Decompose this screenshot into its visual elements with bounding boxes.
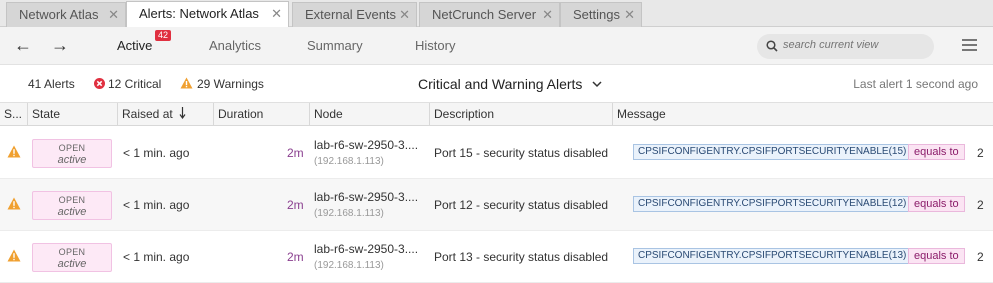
tab-settings[interactable]: Settings ✕	[560, 2, 642, 27]
hamburger-menu-icon[interactable]	[962, 39, 977, 54]
column-header-node[interactable]: Node	[309, 103, 429, 126]
active-count-badge: 42	[155, 30, 172, 41]
warnings-count: 29 Warnings	[197, 77, 264, 91]
column-label: S...	[4, 107, 23, 121]
message-operator: equals to	[908, 144, 965, 160]
view-tab-label: Active	[117, 38, 153, 53]
close-icon[interactable]: ✕	[542, 3, 553, 27]
column-header-state[interactable]: State	[27, 103, 117, 126]
message-value: 2	[977, 146, 984, 160]
message-operator: equals to	[908, 248, 965, 264]
node-ip: (192.168.1.113)	[314, 208, 384, 219]
tab-label: Settings	[573, 7, 620, 22]
view-tab-label: Analytics	[209, 38, 262, 53]
arrow-right-icon[interactable]: →	[51, 36, 69, 54]
node-ip: (192.168.1.113)	[314, 156, 384, 167]
search-input[interactable]	[783, 39, 923, 51]
column-label: Description	[434, 107, 495, 121]
column-label: Raised at	[122, 107, 173, 121]
view-tab-label: Summary	[307, 38, 363, 53]
raised-at: < 1 min. ago	[123, 250, 190, 264]
table-header: S... State Raised at Duration Node Descr…	[0, 102, 993, 126]
tab-label: NetCrunch Server	[432, 7, 537, 22]
alert-description: Port 12 - security status disabled	[434, 198, 609, 212]
close-icon[interactable]: ✕	[271, 2, 282, 26]
tab-label: Network Atlas	[19, 7, 99, 22]
state-sub-status: active	[57, 206, 87, 218]
state-badge: OPEN active	[32, 139, 112, 168]
state-status: OPEN	[58, 143, 86, 153]
node-ip: (192.168.1.113)	[314, 260, 384, 271]
column-header-severity[interactable]: S...	[0, 103, 27, 126]
message-operator: equals to	[908, 196, 965, 212]
column-header-duration[interactable]: Duration	[213, 103, 309, 126]
view-tab-analytics[interactable]: Analytics	[209, 38, 261, 53]
message-value: 2	[977, 250, 984, 264]
node-name[interactable]: lab-r6-sw-2950-3....	[314, 242, 418, 256]
table-row[interactable]: OPEN active < 1 min. ago 2m lab-r6-sw-29…	[0, 179, 993, 231]
critical-x-circle-icon	[94, 78, 105, 89]
view-title: Critical and Warning Alerts	[418, 76, 583, 92]
column-label: State	[32, 107, 61, 121]
state-status: OPEN	[58, 195, 86, 205]
message-parameter: CPSIFCONFIGENTRY.CPSIFPORTSECURITYENABLE…	[633, 196, 912, 212]
view-tab-label: History	[415, 38, 456, 53]
column-header-message[interactable]: Message	[612, 103, 993, 126]
tab-external-events[interactable]: External Events ✕	[292, 2, 417, 27]
duration: 2m	[287, 198, 304, 212]
message-parameter: CPSIFCONFIGENTRY.CPSIFPORTSECURITYENABLE…	[633, 248, 912, 264]
close-icon[interactable]: ✕	[399, 3, 410, 27]
search-box[interactable]	[757, 34, 934, 59]
summary-bar: 41 Alerts 12 Critical 29 Warnings Critic…	[0, 66, 993, 102]
column-header-raised-at[interactable]: Raised at	[117, 103, 213, 126]
column-label: Duration	[218, 107, 264, 121]
alert-description: Port 15 - security status disabled	[434, 146, 609, 160]
view-tab-active[interactable]: Active 42	[117, 30, 172, 53]
chevron-down-icon	[592, 81, 602, 88]
tab-netcrunch-server[interactable]: NetCrunch Server ✕	[419, 2, 560, 27]
table-row[interactable]: OPEN active < 1 min. ago 2m lab-r6-sw-29…	[0, 127, 993, 179]
duration: 2m	[287, 250, 304, 264]
column-label: Message	[617, 107, 666, 121]
column-label: Node	[314, 107, 343, 121]
message-value: 2	[977, 198, 984, 212]
search-icon	[766, 40, 778, 52]
message-parameter: CPSIFCONFIGENTRY.CPSIFPORTSECURITYENABLE…	[633, 144, 912, 160]
duration: 2m	[287, 146, 304, 160]
view-selector[interactable]: Critical and Warning Alerts	[418, 76, 602, 92]
alert-description: Port 13 - security status disabled	[434, 250, 609, 264]
tab-alerts-network-atlas[interactable]: Alerts: Network Atlas ✕	[126, 1, 289, 28]
toolbar: ← → Active 42 Analytics Summary History	[0, 27, 993, 65]
warning-triangle-icon	[7, 249, 21, 262]
critical-count: 12 Critical	[108, 77, 162, 91]
node-name[interactable]: lab-r6-sw-2950-3....	[314, 138, 418, 152]
arrow-left-icon[interactable]: ←	[14, 36, 32, 54]
state-status: OPEN	[58, 247, 86, 257]
table-row[interactable]: OPEN active < 1 min. ago 2m lab-r6-sw-29…	[0, 231, 993, 283]
column-header-description[interactable]: Description	[429, 103, 612, 126]
state-badge: OPEN active	[32, 191, 112, 220]
warning-triangle-icon	[7, 145, 21, 158]
close-icon[interactable]: ✕	[624, 3, 635, 27]
node-name[interactable]: lab-r6-sw-2950-3....	[314, 190, 418, 204]
state-sub-status: active	[57, 154, 87, 166]
tab-label: External Events	[305, 7, 397, 22]
tab-label: Alerts: Network Atlas	[139, 6, 259, 21]
last-alert-status: Last alert 1 second ago	[853, 77, 978, 91]
view-tab-summary[interactable]: Summary	[307, 38, 363, 53]
tab-network-atlas[interactable]: Network Atlas ✕	[6, 2, 126, 27]
raised-at: < 1 min. ago	[123, 146, 190, 160]
view-tab-history[interactable]: History	[415, 38, 455, 53]
state-badge: OPEN active	[32, 243, 112, 272]
state-sub-status: active	[57, 258, 87, 270]
tab-bar: Network Atlas ✕ Alerts: Network Atlas ✕ …	[0, 0, 993, 28]
raised-at: < 1 min. ago	[123, 198, 190, 212]
warning-triangle-icon	[180, 77, 193, 89]
warning-triangle-icon	[7, 197, 21, 210]
close-icon[interactable]: ✕	[108, 3, 119, 27]
alerts-count: 41 Alerts	[28, 77, 75, 91]
sort-down-arrow-icon	[179, 107, 186, 120]
